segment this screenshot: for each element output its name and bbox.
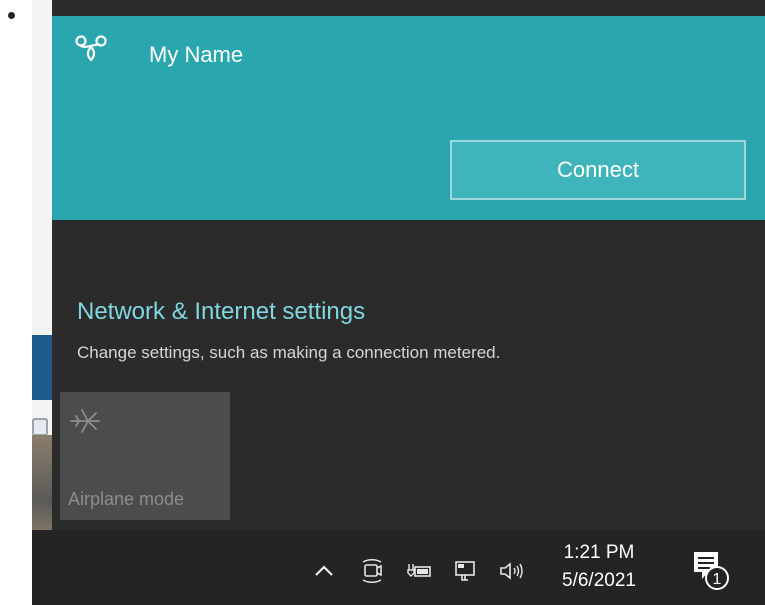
action-center-icon[interactable]: 1 — [690, 548, 732, 594]
speaker-icon[interactable] — [498, 558, 526, 584]
battery-charging-icon[interactable] — [406, 558, 434, 584]
network-wired-icon[interactable] — [452, 558, 480, 584]
clock-date: 5/6/2021 — [562, 570, 636, 591]
taskbar-clock[interactable]: 1:21 PM 5/6/2021 — [554, 540, 644, 596]
flyout-top-edge — [52, 0, 765, 16]
network-settings-description: Change settings, such as making a connec… — [77, 343, 501, 362]
network-name: My Name — [149, 42, 244, 67]
airplane-icon — [70, 409, 100, 433]
background-photo — [32, 435, 52, 530]
chevron-up-icon[interactable] — [310, 558, 338, 584]
hotspot-network-icon — [75, 35, 107, 62]
notification-count-badge: 1 — [713, 571, 722, 588]
network-flyout: My Name Connect Network & Internet setti… — [52, 0, 765, 530]
network-settings-link[interactable]: Network & Internet settings — [77, 298, 365, 326]
camera-icon — [32, 418, 48, 436]
taskbar: 1:21 PM 5/6/2021 1 — [32, 530, 765, 605]
meet-now-icon[interactable] — [358, 558, 386, 584]
connect-button[interactable]: Connect — [450, 140, 746, 200]
network-item-selected[interactable]: My Name Connect — [52, 16, 765, 220]
clock-time: 1:21 PM — [563, 542, 635, 563]
airplane-mode-toggle[interactable]: Airplane mode — [60, 392, 230, 520]
airplane-mode-label: Airplane mode — [68, 489, 185, 509]
background-window-blue-band — [32, 335, 52, 400]
list-bullet — [8, 12, 15, 19]
